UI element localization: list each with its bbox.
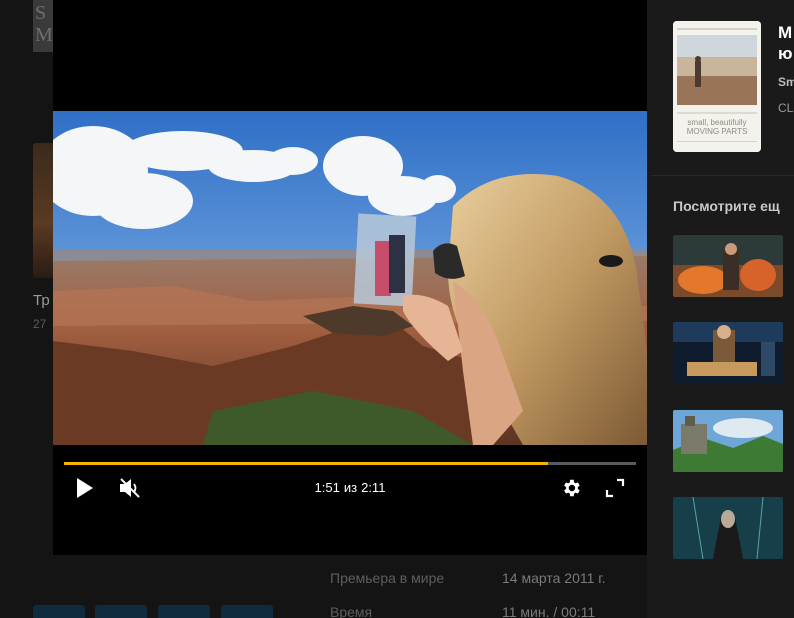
related-video-thumbnail[interactable] — [673, 322, 783, 384]
related-video-image — [673, 322, 783, 384]
sidebar: small, beautifully MOVING PARTS М ю Sm C… — [647, 0, 794, 618]
play-icon — [77, 478, 93, 498]
background-value: 11 мин. / 00:11 — [502, 604, 595, 618]
progress-bar[interactable] — [64, 462, 636, 465]
video-frame[interactable] — [53, 111, 647, 445]
svg-text:small, beautifully: small, beautifully — [687, 118, 746, 127]
movie-subtitle: Sm — [778, 75, 794, 89]
current-time: 1:51 — [314, 480, 340, 495]
release-label: Премьера в мире — [330, 570, 445, 586]
video-still — [53, 111, 647, 445]
runtime-value: 11 мин. / 00:11 — [502, 604, 596, 618]
related-video-thumbnail[interactable] — [673, 497, 783, 559]
time-separator: из — [343, 480, 358, 495]
fullscreen-button[interactable] — [602, 476, 628, 500]
related-video-image — [673, 410, 783, 472]
progress-fill — [64, 462, 549, 465]
related-video-image — [673, 235, 783, 297]
mute-button[interactable] — [117, 476, 143, 500]
gear-icon — [564, 479, 580, 497]
share-button[interactable] — [221, 605, 273, 618]
background-poster — [33, 143, 55, 278]
background-thumbnail: S M — [33, 0, 55, 52]
background-label: Время — [330, 604, 372, 618]
runtime-label: Время — [330, 604, 373, 618]
time-display: 1:51 из 2:11 — [250, 480, 450, 495]
fullscreen-icon — [605, 478, 625, 498]
background-card-subtitle: 27 — [33, 317, 47, 331]
svg-text:MOVING PARTS: MOVING PARTS — [687, 127, 748, 136]
background-label: Премьера в мире — [330, 570, 444, 586]
background-thumbnail-text: S — [35, 2, 47, 24]
volume-muted-icon — [120, 478, 140, 498]
movie-title-line: ю — [778, 44, 793, 63]
movie-title-line: М — [778, 23, 793, 42]
play-button[interactable] — [73, 476, 97, 500]
more-videos-heading: Посмотрите ещ — [673, 198, 780, 214]
release-value: 14 марта 2011 г. — [502, 570, 606, 586]
share-button[interactable] — [33, 605, 85, 618]
video-player[interactable]: 1:51 из 2:11 — [53, 0, 647, 555]
related-video-image — [673, 497, 783, 559]
background-value: 14 марта 2011 г. — [502, 570, 606, 586]
share-button[interactable] — [95, 605, 147, 618]
page: S M Тр 27 Премьера в мире 14 марта 2011 … — [0, 0, 794, 618]
movie-category: CL — [778, 101, 794, 115]
related-video-thumbnail[interactable] — [673, 410, 783, 472]
background-thumbnail-text: M — [35, 24, 53, 46]
divider — [651, 175, 794, 176]
related-video-thumbnail[interactable] — [673, 235, 783, 297]
duration: 2:11 — [361, 480, 386, 495]
poster-image: small, beautifully MOVING PARTS — [673, 21, 761, 152]
settings-button[interactable] — [558, 476, 584, 500]
movie-title[interactable]: М ю — [778, 22, 794, 64]
share-button[interactable] — [158, 605, 210, 618]
movie-poster[interactable]: small, beautifully MOVING PARTS — [673, 21, 761, 152]
background-card-title: Тр — [33, 292, 50, 309]
